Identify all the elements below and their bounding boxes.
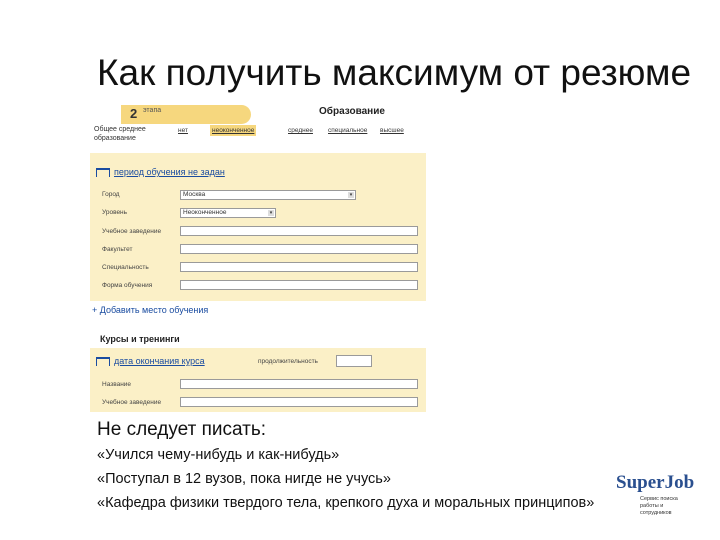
field-label: Специальность (102, 264, 149, 271)
field-label: Учебное заведение (102, 399, 162, 406)
city-select[interactable]: Москва ▾ (180, 190, 356, 200)
slide-title: Как получить максимум от резюме (97, 52, 692, 93)
section-title: Образование (319, 106, 385, 117)
step-number: 2 (130, 106, 138, 121)
field-label: Уровень (102, 209, 128, 216)
specialty-input[interactable] (180, 262, 418, 272)
education-option-selected[interactable]: неоконченное (210, 125, 257, 136)
study-form-input[interactable] (180, 280, 418, 290)
advice-heading: Не следует писать: (97, 419, 267, 440)
course-name-input[interactable] (180, 379, 418, 389)
education-option[interactable]: нет (176, 125, 190, 136)
institution-input[interactable] (180, 226, 418, 236)
faculty-input[interactable] (180, 244, 418, 254)
chevron-down-icon: ▾ (268, 210, 274, 216)
education-option[interactable]: высшее (378, 125, 406, 136)
calendar-icon (96, 168, 110, 178)
field-label: Форма обучения (102, 282, 153, 289)
duration-label: продолжительность (258, 358, 318, 365)
education-level-label: Общее среднее образование (94, 126, 146, 142)
advice-item: «Кафедра физики твердого тела, крепкого … (97, 495, 595, 511)
step-tab: 2 этапа (121, 105, 251, 124)
course-end-link[interactable]: дата окончания курса (96, 356, 205, 367)
field-label: Название (102, 381, 132, 388)
logo-subtitle: Сервис поиска работы и сотрудников (640, 496, 678, 516)
period-link[interactable]: период обучения не задан (96, 167, 225, 178)
courses-title: Курсы и тренинги (100, 334, 180, 344)
add-place-link[interactable]: + Добавить место обучения (92, 305, 208, 315)
field-label: Факультет (102, 246, 133, 253)
step-label: этапа (143, 107, 162, 114)
advice-item: «Учился чему-нибудь и как-нибудь» (97, 447, 340, 463)
chevron-down-icon: ▾ (348, 192, 354, 198)
superjob-logo: SuperJob Сервис поиска работы и сотрудни… (612, 472, 695, 518)
duration-input[interactable] (336, 355, 372, 367)
logo-text: SuperJob (616, 472, 695, 493)
field-label: Город (102, 191, 120, 198)
education-option[interactable]: специальное (326, 125, 369, 136)
calendar-icon (96, 357, 110, 367)
advice-item: «Поступал в 12 вузов, пока нигде не учус… (97, 471, 391, 487)
resume-form-screenshot: 2 этапа Образование Общее среднее образо… (90, 100, 426, 412)
education-option[interactable]: среднее (286, 125, 315, 136)
level-select[interactable]: Неоконченное ▾ (180, 208, 276, 218)
course-institution-input[interactable] (180, 397, 418, 407)
field-label: Учебное заведение (102, 228, 162, 235)
